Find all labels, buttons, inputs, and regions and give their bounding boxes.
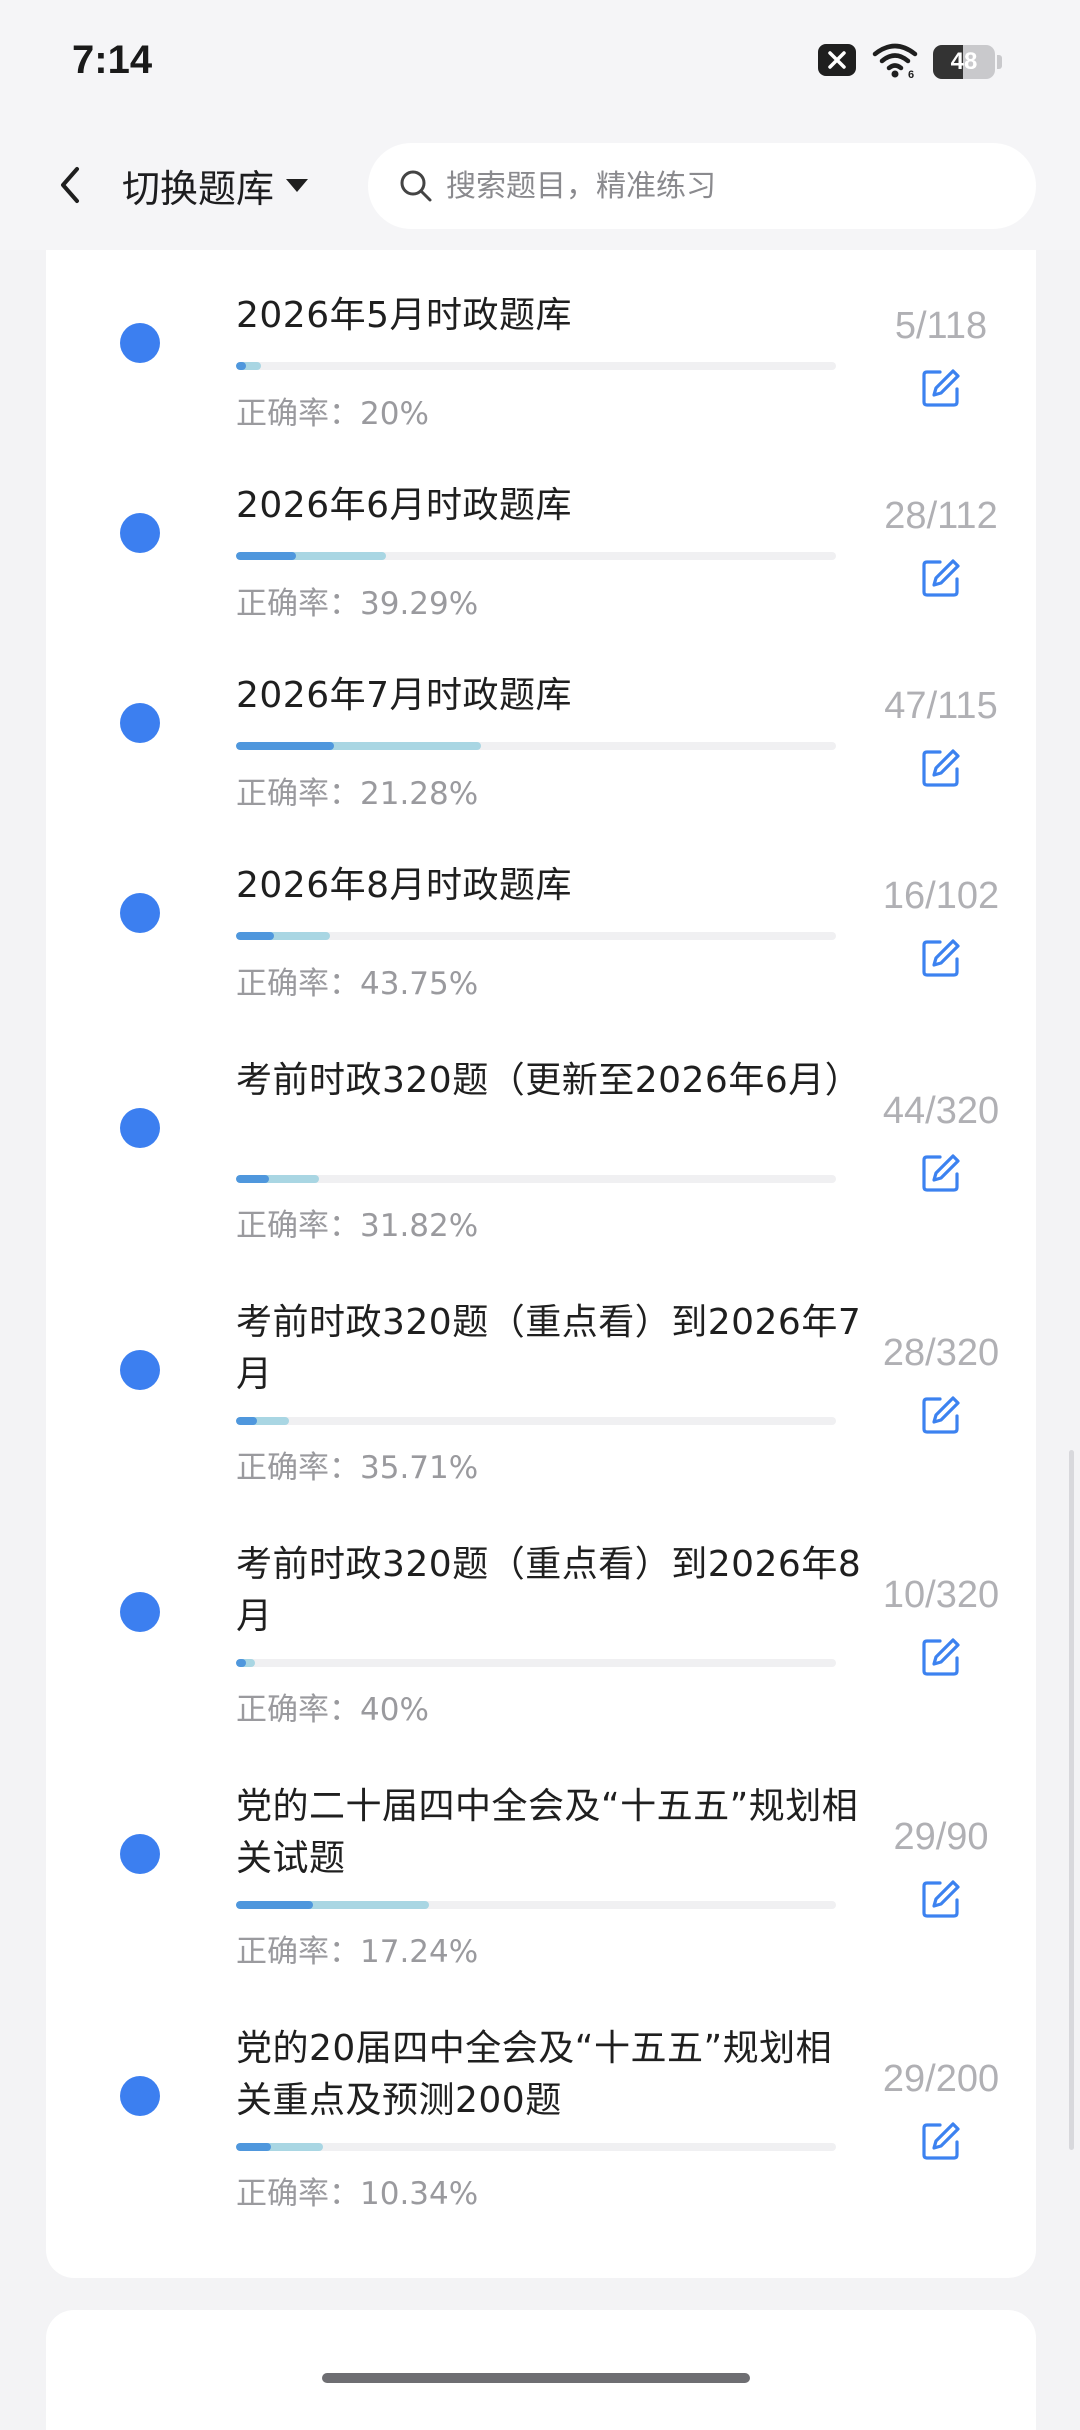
edit-icon	[922, 1396, 960, 1434]
accuracy-fill	[236, 1659, 246, 1667]
progress-count: 47/115	[884, 685, 998, 727]
edit-icon	[922, 1880, 960, 1918]
edit-icon	[922, 1154, 960, 1192]
progress-bar	[236, 552, 836, 560]
accuracy-fill	[236, 742, 334, 750]
edit-practice-button[interactable]	[918, 365, 964, 411]
notification-off-icon	[817, 43, 857, 81]
switch-bank-label: 切换题库	[122, 166, 275, 211]
progress-count: 10/320	[882, 1574, 1000, 1616]
bank-title: 考前时政320题（更新至2026年6月）	[236, 1060, 862, 1101]
bank-status-dot	[120, 1108, 160, 1148]
back-button[interactable]	[40, 155, 100, 215]
switch-bank-button[interactable]: 切换题库	[122, 153, 310, 217]
battery-text: 48	[950, 48, 978, 75]
edit-practice-button[interactable]	[918, 555, 964, 601]
bank-status-dot	[120, 1834, 160, 1874]
edit-practice-button[interactable]	[918, 1392, 964, 1438]
accuracy-fill	[236, 552, 296, 560]
accuracy-fill	[236, 932, 274, 940]
bank-title: 2026年8月时政题库	[236, 865, 573, 906]
progress-count: 5/118	[894, 305, 988, 347]
battery-icon: 48	[933, 45, 995, 79]
search-icon	[396, 166, 436, 206]
accuracy-label: 正确率：20%	[236, 396, 429, 432]
accuracy-fill	[236, 362, 246, 370]
bank-status-dot	[120, 1592, 160, 1632]
accuracy-label: 正确率：35.71%	[236, 1450, 479, 1486]
bank-status-dot	[120, 1350, 160, 1390]
edit-practice-button[interactable]	[918, 1634, 964, 1680]
accuracy-label: 正确率：39.29%	[236, 586, 479, 622]
bank-list-card: 2026年5月时政题库正确率：20% 5/118 2026年6月时政题库正确率：39…	[46, 250, 1036, 2278]
wifi-icon: 6	[871, 40, 919, 84]
caret-down-icon	[286, 179, 309, 192]
bank-title: 2026年6月时政题库	[236, 485, 573, 526]
progress-bar	[236, 362, 836, 370]
home-indicator[interactable]	[322, 2373, 750, 2383]
edit-icon	[922, 1638, 960, 1676]
accuracy-label: 正确率：10.34%	[236, 2176, 479, 2212]
edit-practice-button[interactable]	[918, 1150, 964, 1196]
progress-count: 29/90	[893, 1816, 989, 1858]
bank-status-dot	[120, 2076, 160, 2116]
status-time: 7:14	[72, 38, 153, 82]
progress-bar	[236, 932, 836, 940]
edit-practice-button[interactable]	[918, 745, 964, 791]
progress-count: 28/320	[882, 1332, 1000, 1374]
accuracy-fill	[236, 1175, 269, 1183]
progress-bar	[236, 742, 836, 750]
edit-icon	[922, 369, 960, 407]
accuracy-fill	[236, 1417, 257, 1425]
progress-count: 44/320	[882, 1090, 1000, 1132]
edit-practice-button[interactable]	[918, 2118, 964, 2164]
progress-bar	[236, 1417, 836, 1425]
status-icons: 6 48	[817, 40, 1002, 84]
battery-tip	[997, 55, 1002, 69]
bank-status-dot	[120, 893, 160, 933]
edit-practice-button[interactable]	[918, 1876, 964, 1922]
scrollbar[interactable]	[1069, 1450, 1074, 2150]
progress-count: 29/200	[882, 2058, 1000, 2100]
progress-bar	[236, 1175, 836, 1183]
accuracy-fill	[236, 2143, 271, 2151]
progress-count: 16/102	[882, 875, 1000, 917]
next-section-card	[46, 2310, 1036, 2430]
bank-title: 党的20届四中全会及“十五五”规划相关重点及预测200题	[236, 2028, 833, 2121]
progress-count: 28/112	[884, 495, 998, 537]
bank-title: 2026年7月时政题库	[236, 675, 573, 716]
edit-practice-button[interactable]	[918, 935, 964, 981]
status-bar: 7:14 6 48	[0, 0, 1080, 125]
svg-text:6: 6	[908, 69, 914, 80]
edit-icon	[922, 2122, 960, 2160]
accuracy-label: 正确率：43.75%	[236, 966, 479, 1002]
accuracy-label: 正确率：17.24%	[236, 1934, 479, 1970]
bank-title: 2026年5月时政题库	[236, 295, 573, 336]
bank-status-dot	[120, 323, 160, 363]
accuracy-fill	[236, 1901, 313, 1909]
progress-bar	[236, 1659, 836, 1667]
bank-status-dot	[120, 513, 160, 553]
bank-title: 党的二十届四中全会及“十五五”规划相关试题	[236, 1786, 859, 1879]
search-box[interactable]	[368, 143, 1036, 229]
accuracy-label: 正确率：40%	[236, 1692, 429, 1728]
nav-bar: 切换题库	[0, 125, 1080, 250]
bank-title: 考前时政320题（重点看）到2026年7月	[236, 1302, 862, 1395]
accuracy-label: 正确率：31.82%	[236, 1208, 479, 1244]
search-input[interactable]	[444, 167, 1008, 205]
accuracy-label: 正确率：21.28%	[236, 776, 479, 812]
bank-status-dot	[120, 703, 160, 743]
edit-icon	[922, 559, 960, 597]
edit-icon	[922, 749, 960, 787]
chevron-left-icon	[61, 167, 79, 203]
progress-bar	[236, 2143, 836, 2151]
bank-title: 考前时政320题（重点看）到2026年8月	[236, 1544, 862, 1637]
edit-icon	[922, 939, 960, 977]
progress-bar	[236, 1901, 836, 1909]
